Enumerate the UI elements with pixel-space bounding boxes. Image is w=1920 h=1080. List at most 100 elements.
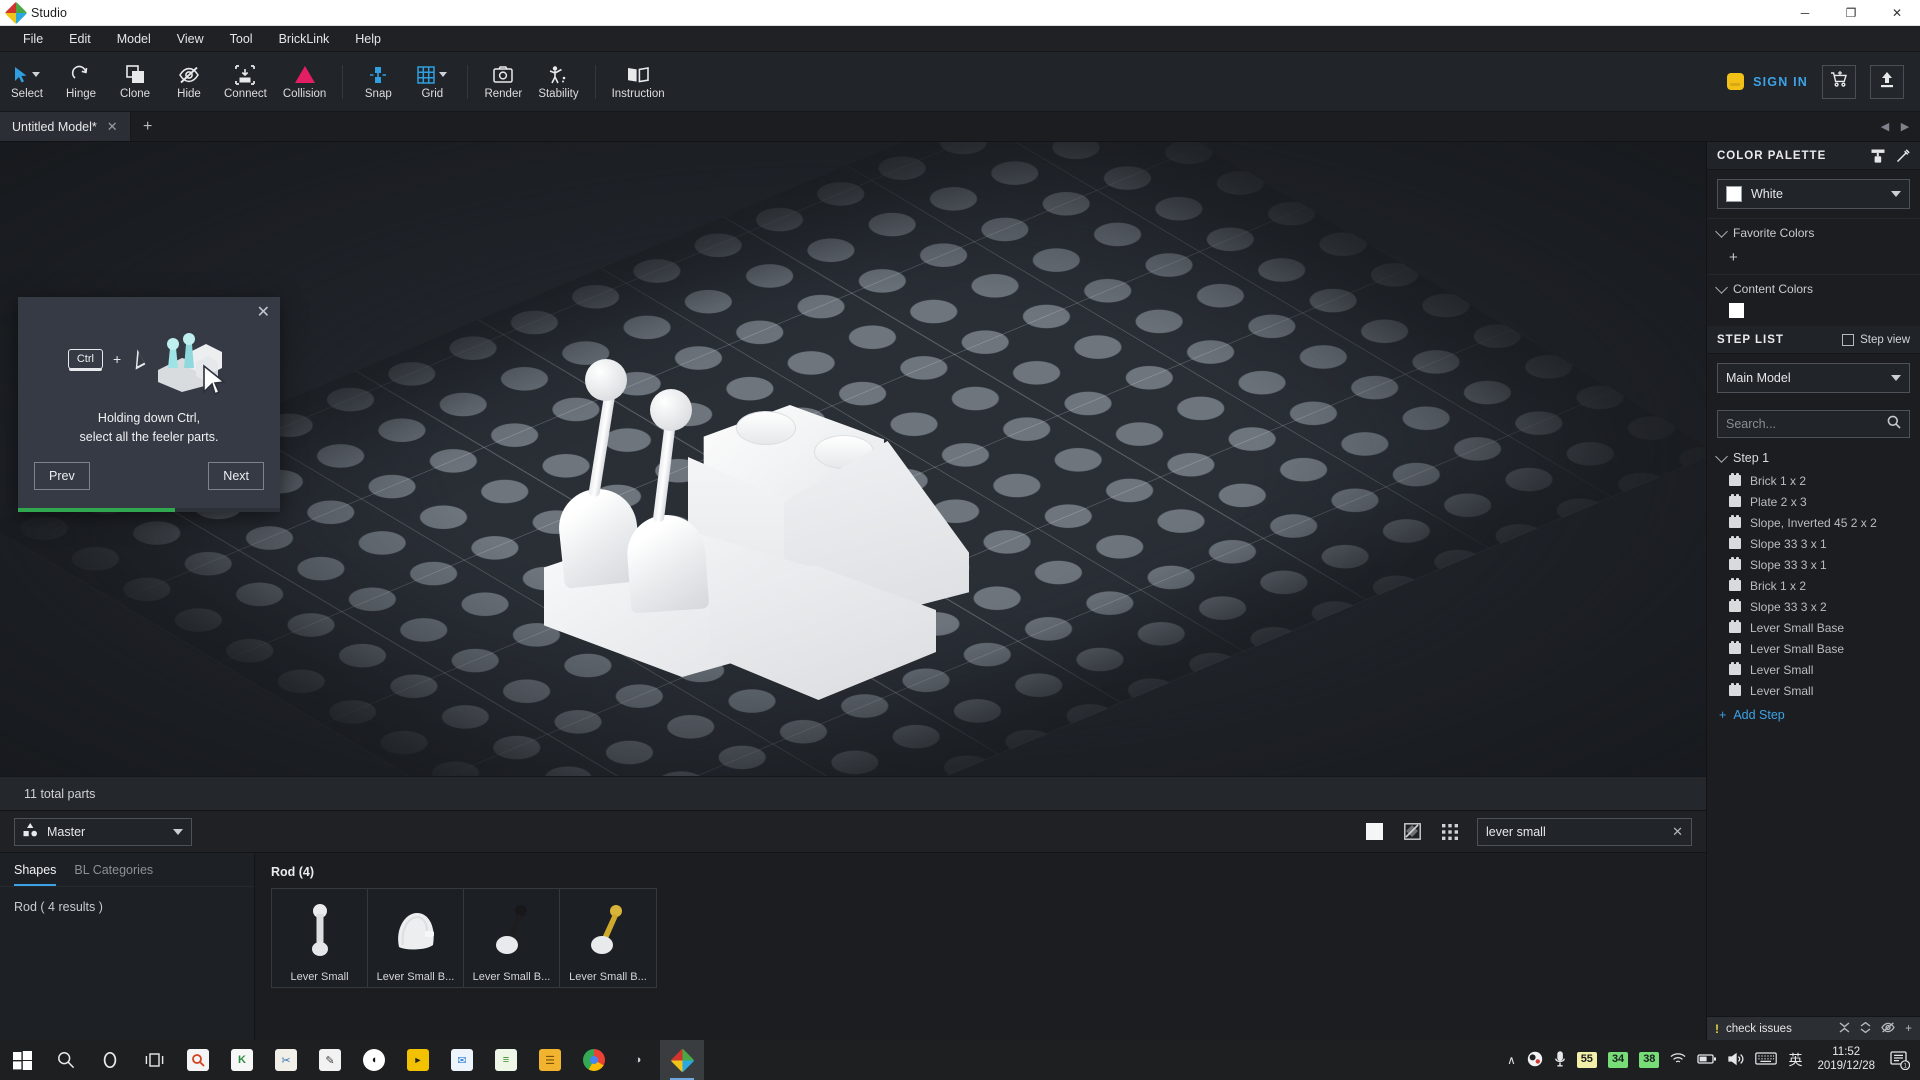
ime-indicator[interactable]: 英 — [1788, 1050, 1802, 1070]
close-icon[interactable]: ✕ — [107, 119, 118, 135]
tutorial-close-icon[interactable]: ✕ — [257, 305, 270, 321]
menu-item-edit[interactable]: Edit — [56, 28, 104, 50]
foxmail-app[interactable]: ✉ — [440, 1040, 484, 1080]
tab-bl-categories[interactable]: BL Categories — [74, 863, 153, 886]
step-view-toggle[interactable]: Step view — [1842, 333, 1910, 346]
start-button[interactable] — [0, 1040, 44, 1080]
media-player-app[interactable]: ► — [396, 1040, 440, 1080]
file-explorer-app[interactable]: ☰ — [528, 1040, 572, 1080]
pattern-swatch-icon[interactable] — [1401, 821, 1423, 843]
tab-prev-icon[interactable]: ◀ — [1876, 120, 1894, 133]
taskbar-clock[interactable]: 11:52 2019/12/28 — [1813, 1046, 1879, 1074]
3d-viewport[interactable]: ✕ Ctrl + Holding down Ctrl, select all t… — [0, 142, 1706, 810]
part-card-lever-small-base-2[interactable]: Lever Small B... — [464, 889, 560, 987]
chevron-down-icon[interactable] — [32, 72, 40, 77]
document-tab-untitled-model[interactable]: Untitled Model* ✕ — [0, 112, 131, 141]
search-icon[interactable] — [44, 1040, 88, 1080]
parts-search-input[interactable] — [1486, 824, 1667, 839]
battery-icon[interactable] — [1697, 1053, 1717, 1068]
tool-hinge[interactable]: Hinge — [54, 54, 108, 110]
tool-collision[interactable]: Collision — [275, 54, 334, 110]
search-icon[interactable] — [1887, 415, 1901, 434]
studio-app[interactable] — [660, 1040, 704, 1080]
list-item[interactable]: Lever Small Base — [1707, 638, 1920, 659]
list-item[interactable]: Lever Small — [1707, 680, 1920, 701]
lego-model[interactable] — [540, 359, 969, 727]
tutorial-next-button[interactable]: Next — [208, 461, 264, 490]
menu-item-help[interactable]: Help — [342, 28, 394, 50]
notepad-app[interactable]: ✎ — [308, 1040, 352, 1080]
step-search-input[interactable] — [1726, 417, 1887, 431]
color-selector[interactable]: White — [1717, 179, 1910, 209]
add-favorite-color-button[interactable]: + — [1707, 247, 1920, 274]
obs-tray-icon[interactable] — [1527, 1051, 1543, 1070]
step-group-step-1[interactable]: Step 1 — [1707, 446, 1920, 470]
tool-clone[interactable]: Clone — [108, 54, 162, 110]
expand-vertical-icon[interactable] — [1860, 1021, 1871, 1036]
part-card-lever-small[interactable]: Lever Small — [272, 889, 368, 987]
list-item[interactable]: Lever Small Base — [1707, 617, 1920, 638]
content-color-swatch-white[interactable] — [1729, 303, 1744, 318]
tutorial-popup[interactable]: ✕ Ctrl + Holding down Ctrl, select all t… — [18, 297, 280, 512]
part-card-lever-small-base-3[interactable]: Lever Small B... — [560, 889, 656, 987]
list-item[interactable]: Plate 2 x 3 — [1707, 491, 1920, 512]
chevron-down-icon[interactable] — [439, 72, 448, 77]
part-card-lever-small-base-1[interactable]: Lever Small B... — [368, 889, 464, 987]
tool-snap[interactable]: Snap — [351, 54, 405, 110]
grid-view-icon[interactable] — [1439, 821, 1461, 843]
status-badge-1[interactable]: 55 — [1576, 1052, 1597, 1068]
minimize-button[interactable]: ─ — [1782, 0, 1828, 25]
palette-selector[interactable]: Master — [14, 817, 192, 846]
list-item[interactable]: Slope 33 3 x 1 — [1707, 554, 1920, 575]
sign-in-button[interactable]: SIGN IN — [1727, 73, 1808, 90]
tool-stability[interactable]: Stability — [530, 54, 586, 110]
tab-next-icon[interactable]: ▶ — [1896, 120, 1914, 133]
check-issues-bar[interactable]: ! check issues + — [1707, 1016, 1920, 1040]
status-badge-3[interactable]: 38 — [1639, 1052, 1660, 1068]
favorite-colors-header[interactable]: Favorite Colors — [1707, 219, 1920, 247]
list-item[interactable]: Slope 33 3 x 1 — [1707, 533, 1920, 554]
tool-render[interactable]: Render — [476, 54, 530, 110]
tab-shapes[interactable]: Shapes — [14, 863, 57, 886]
status-badge-2[interactable]: 34 — [1607, 1052, 1629, 1068]
wifi-icon[interactable] — [1670, 1052, 1686, 1068]
paint-roller-icon[interactable] — [1871, 149, 1885, 163]
tool-select[interactable]: Select — [0, 54, 54, 110]
obs-app[interactable]: ◖ — [352, 1040, 396, 1080]
tool-connect[interactable]: Connect — [216, 54, 275, 110]
close-button[interactable]: ✕ — [1874, 0, 1920, 25]
upload-button[interactable] — [1870, 64, 1904, 99]
microphone-icon[interactable] — [1554, 1050, 1566, 1070]
kingsoft-app[interactable]: K — [220, 1040, 264, 1080]
list-item[interactable]: Brick 1 x 2 — [1707, 575, 1920, 596]
editor-app[interactable]: ≡ — [484, 1040, 528, 1080]
list-item[interactable]: Slope 33 3 x 2 — [1707, 596, 1920, 617]
menu-item-tool[interactable]: Tool — [217, 28, 266, 50]
step-search-box[interactable] — [1717, 410, 1910, 438]
volume-icon[interactable] — [1728, 1052, 1744, 1069]
snip-tool-app[interactable]: ✂ — [264, 1040, 308, 1080]
collapse-icon[interactable] — [1839, 1021, 1850, 1036]
list-item[interactable]: Lever Small — [1707, 659, 1920, 680]
clear-search-icon[interactable]: ✕ — [1672, 824, 1683, 840]
content-colors-header[interactable]: Content Colors — [1707, 275, 1920, 303]
list-item[interactable]: Brick 1 x 2 — [1707, 470, 1920, 491]
parts-search-box[interactable]: ✕ — [1477, 817, 1692, 846]
notification-icon[interactable]: 1 — [1890, 1050, 1911, 1071]
keyboard-icon[interactable] — [1755, 1052, 1778, 1068]
solid-swatch-icon[interactable] — [1363, 821, 1385, 843]
list-item[interactable]: Slope, Inverted 45 2 x 2 — [1707, 512, 1920, 533]
chrome-app[interactable] — [572, 1040, 616, 1080]
tray-expand-icon[interactable]: ∧ — [1507, 1053, 1515, 1067]
hide-eye-icon[interactable] — [1881, 1021, 1896, 1036]
tutorial-prev-button[interactable]: Prev — [34, 461, 90, 490]
tool-instruction[interactable]: Instruction — [604, 54, 673, 110]
tool-grid[interactable]: Grid — [405, 54, 459, 110]
menu-item-view[interactable]: View — [164, 28, 217, 50]
menu-item-file[interactable]: File — [10, 28, 56, 50]
tool-hide[interactable]: Hide — [162, 54, 216, 110]
model-selector[interactable]: Main Model — [1717, 363, 1910, 393]
obs-studio-app[interactable]: ◑ — [616, 1040, 660, 1080]
menu-item-model[interactable]: Model — [104, 28, 164, 50]
pdf-reader-app[interactable] — [176, 1040, 220, 1080]
